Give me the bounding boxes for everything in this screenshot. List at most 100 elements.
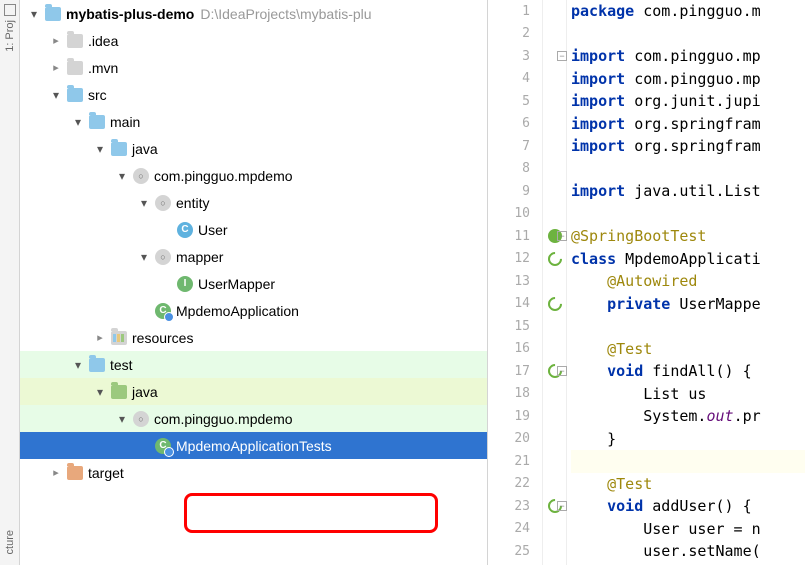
folder-blue-icon xyxy=(88,113,106,131)
code-line[interactable]: import java.util.List xyxy=(571,180,805,203)
tree-item-java[interactable]: java xyxy=(20,378,487,405)
code-line[interactable]: } xyxy=(571,428,805,451)
chevron-down-icon[interactable] xyxy=(70,114,86,130)
code-line[interactable] xyxy=(571,23,805,46)
chevron-down-icon[interactable] xyxy=(136,249,152,265)
code-line[interactable] xyxy=(571,450,805,473)
tree-item-label: UserMapper xyxy=(198,276,275,292)
line-number[interactable]: 9 xyxy=(488,180,542,203)
line-number[interactable]: 18 xyxy=(488,383,542,406)
tree-item-target[interactable]: target xyxy=(20,459,487,486)
code-line[interactable]: void addUser() { xyxy=(571,495,805,518)
chevron-down-icon[interactable] xyxy=(114,411,130,427)
code-line[interactable]: import com.pingguo.mp xyxy=(571,45,805,68)
line-number[interactable]: 3 xyxy=(488,45,542,68)
line-number[interactable]: 14 xyxy=(488,293,542,316)
line-number[interactable]: 6 xyxy=(488,113,542,136)
code-line[interactable]: User user = n xyxy=(571,518,805,541)
code-line[interactable]: import org.junit.jupi xyxy=(571,90,805,113)
tree-item-label: MpdemoApplication xyxy=(176,303,299,319)
line-number[interactable]: 12 xyxy=(488,248,542,271)
fold-collapse-icon[interactable]: − xyxy=(557,501,567,511)
line-number[interactable]: 19 xyxy=(488,405,542,428)
tool-window-stripe-bottom[interactable]: cture xyxy=(0,520,20,565)
chevron-right-icon[interactable] xyxy=(48,60,64,76)
chevron-right-icon[interactable] xyxy=(92,330,108,346)
project-root[interactable]: mybatis-plus-demo D:\IdeaProjects\mybati… xyxy=(20,0,487,27)
line-number[interactable]: 11 xyxy=(488,225,542,248)
project-tool-label[interactable]: 1: Proj xyxy=(4,20,16,52)
code-line[interactable]: package com.pingguo.m xyxy=(571,0,805,23)
line-number[interactable]: 13 xyxy=(488,270,542,293)
tree-item-resources[interactable]: resources xyxy=(20,324,487,351)
line-number[interactable]: 10 xyxy=(488,203,542,226)
code-line[interactable]: user.setName( xyxy=(571,540,805,563)
code-line[interactable]: import com.pingguo.mp xyxy=(571,68,805,91)
code-line[interactable]: @Test xyxy=(571,338,805,361)
code-line[interactable] xyxy=(571,315,805,338)
fold-collapse-icon[interactable]: − xyxy=(557,231,567,241)
code-line[interactable]: @SpringBootTest xyxy=(571,225,805,248)
chevron-down-icon[interactable] xyxy=(70,357,86,373)
line-number[interactable]: 24 xyxy=(488,518,542,541)
chevron-down-icon[interactable] xyxy=(92,384,108,400)
line-number[interactable]: 23 xyxy=(488,495,542,518)
run-icon[interactable] xyxy=(545,294,565,314)
tree-item-usermapper[interactable]: IUserMapper xyxy=(20,270,487,297)
chevron-down-icon[interactable] xyxy=(92,141,108,157)
line-number[interactable]: 22 xyxy=(488,473,542,496)
fold-collapse-icon[interactable]: − xyxy=(557,51,567,61)
run-icon[interactable] xyxy=(545,249,565,269)
code-line[interactable]: @Autowired xyxy=(571,270,805,293)
code-line[interactable]: private UserMappe xyxy=(571,293,805,316)
chevron-down-icon[interactable] xyxy=(114,168,130,184)
tree-item-entity[interactable]: ○entity xyxy=(20,189,487,216)
line-number[interactable]: 2 xyxy=(488,23,542,46)
line-number[interactable]: 8 xyxy=(488,158,542,181)
line-number[interactable]: 17 xyxy=(488,360,542,383)
chevron-right-icon[interactable] xyxy=(48,465,64,481)
code-line[interactable]: void findAll() { xyxy=(571,360,805,383)
code-area[interactable]: package com.pingguo.m import com.pingguo… xyxy=(567,0,805,565)
code-line[interactable]: List us xyxy=(571,383,805,406)
tree-item-com-pingguo-mpdemo[interactable]: ○com.pingguo.mpdemo xyxy=(20,405,487,432)
chevron-down-icon[interactable] xyxy=(48,87,64,103)
fold-collapse-icon[interactable]: − xyxy=(557,366,567,376)
structure-tool-label[interactable]: cture xyxy=(4,530,16,554)
code-line[interactable] xyxy=(571,158,805,181)
tree-item-mapper[interactable]: ○mapper xyxy=(20,243,487,270)
line-number[interactable]: 20 xyxy=(488,428,542,451)
chevron-down-icon[interactable] xyxy=(26,6,42,22)
code-line[interactable]: import org.springfram xyxy=(571,135,805,158)
gutter-slot xyxy=(543,68,566,91)
tree-item--mvn[interactable]: .mvn xyxy=(20,54,487,81)
chevron-down-icon[interactable] xyxy=(136,195,152,211)
line-number[interactable]: 16 xyxy=(488,338,542,361)
line-number[interactable]: 5 xyxy=(488,90,542,113)
code-line[interactable]: System.out.pr xyxy=(571,405,805,428)
tree-item-mpdemoapplicationtests[interactable]: CMpdemoApplicationTests xyxy=(20,432,487,459)
line-number[interactable]: 4 xyxy=(488,68,542,91)
code-line[interactable]: class MpdemoApplicati xyxy=(571,248,805,271)
tree-item-java[interactable]: java xyxy=(20,135,487,162)
gutter-slot xyxy=(543,428,566,451)
tree-item-com-pingguo-mpdemo[interactable]: ○com.pingguo.mpdemo xyxy=(20,162,487,189)
chevron-right-icon[interactable] xyxy=(48,33,64,49)
tree-item-test[interactable]: test xyxy=(20,351,487,378)
tree-item-label: mapper xyxy=(176,249,223,265)
tree-item-mpdemoapplication[interactable]: CMpdemoApplication xyxy=(20,297,487,324)
tool-window-stripe-left[interactable]: 1: Proj xyxy=(0,0,20,565)
tree-item-user[interactable]: CUser xyxy=(20,216,487,243)
tree-item-src[interactable]: src xyxy=(20,81,487,108)
line-number[interactable]: 21 xyxy=(488,450,542,473)
code-editor[interactable]: 1234567891011121314151617181920212223242… xyxy=(488,0,805,565)
code-line[interactable]: @Test xyxy=(571,473,805,496)
tree-item-main[interactable]: main xyxy=(20,108,487,135)
line-number[interactable]: 1 xyxy=(488,0,542,23)
line-number[interactable]: 7 xyxy=(488,135,542,158)
line-number[interactable]: 25 xyxy=(488,540,542,563)
tree-item--idea[interactable]: .idea xyxy=(20,27,487,54)
code-line[interactable] xyxy=(571,203,805,226)
code-line[interactable]: import org.springfram xyxy=(571,113,805,136)
line-number[interactable]: 15 xyxy=(488,315,542,338)
